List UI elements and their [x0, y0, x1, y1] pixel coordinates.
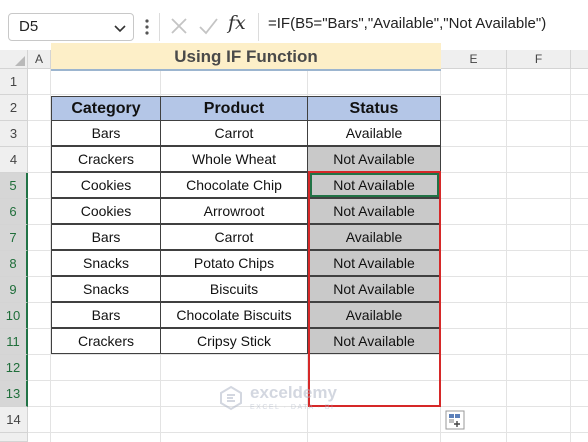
row-header-1[interactable]: 1	[0, 69, 28, 95]
table-cell-product[interactable]: Carrot	[160, 120, 308, 146]
name-box[interactable]: D5	[8, 13, 134, 41]
table-cell-product[interactable]: Chocolate Biscuits	[160, 302, 308, 328]
row-header-4[interactable]: 4	[0, 147, 28, 173]
gridline	[28, 354, 588, 355]
column-header-f[interactable]: F	[507, 50, 571, 69]
row-header-5[interactable]: 5	[0, 173, 28, 199]
chevron-down-icon[interactable]	[113, 21, 127, 35]
row-header-6[interactable]: 6	[0, 199, 28, 225]
table-cell-status[interactable]: Not Available	[307, 250, 441, 276]
row-header-9[interactable]: 9	[0, 277, 28, 303]
formula-input[interactable]: =IF(B5="Bars","Available","Not Available…	[268, 15, 546, 32]
table-cell-product[interactable]: Arrowroot	[160, 198, 308, 224]
select-all-corner[interactable]	[0, 50, 28, 69]
formula-bar-divider-2	[258, 13, 259, 41]
header-category[interactable]: Category	[51, 96, 161, 121]
enter-icon[interactable]	[196, 14, 220, 38]
column-header-a[interactable]: A	[28, 50, 51, 69]
table-cell-product[interactable]: Chocolate Chip	[160, 172, 308, 198]
watermark-name: exceldemy	[250, 383, 337, 402]
table-cell-category[interactable]: Snacks	[51, 276, 161, 302]
exceldemy-logo-icon	[220, 385, 242, 411]
table-cell-product[interactable]: Cripsy Stick	[160, 328, 308, 354]
table-cell-status[interactable]: Available	[307, 224, 441, 250]
table-cell-category[interactable]: Cookies	[51, 172, 161, 198]
name-box-value: D5	[19, 18, 39, 35]
table-cell-status[interactable]: Not Available	[307, 276, 441, 302]
row-header-3[interactable]: 3	[0, 121, 28, 147]
header-status[interactable]: Status	[307, 96, 441, 121]
row-header-7[interactable]: 7	[0, 225, 28, 251]
gridline	[28, 94, 588, 95]
table-cell-status[interactable]: Available	[307, 302, 441, 328]
table-cell-status[interactable]: Not Available	[307, 198, 441, 224]
table-cell-category[interactable]: Cookies	[51, 198, 161, 224]
row-header-14[interactable]: 14	[0, 407, 28, 433]
table-cell-category[interactable]: Bars	[51, 302, 161, 328]
table-cell-product[interactable]: Biscuits	[160, 276, 308, 302]
table-cell-category[interactable]: Bars	[51, 120, 161, 146]
cancel-icon[interactable]	[167, 14, 191, 38]
gridline	[506, 69, 507, 442]
table-cell-status[interactable]: Not Available	[307, 146, 441, 172]
row-header-2[interactable]: 2	[0, 95, 28, 121]
table-cell-product[interactable]: Carrot	[160, 224, 308, 250]
table-cell-product[interactable]: Whole Wheat	[160, 146, 308, 172]
gridline	[28, 432, 588, 433]
function-icon[interactable]: fx	[228, 12, 246, 34]
quick-analysis-icon[interactable]	[445, 410, 465, 430]
table-cell-category[interactable]: Bars	[51, 224, 161, 250]
row-header-8[interactable]: 8	[0, 251, 28, 277]
table-cell-status[interactable]: Available	[307, 120, 441, 146]
more-options-icon[interactable]	[143, 17, 151, 37]
formula-bar-divider	[159, 13, 160, 41]
sheet-title[interactable]: Using IF Function	[51, 43, 441, 71]
table-cell-category[interactable]: Snacks	[51, 250, 161, 276]
header-product[interactable]: Product	[160, 96, 308, 121]
column-header-e[interactable]: E	[441, 50, 507, 69]
row-header-12[interactable]: 12	[0, 355, 28, 381]
row-header-15[interactable]	[0, 433, 28, 442]
exceldemy-watermark: exceldemy EXCEL · DATA · BI	[218, 381, 358, 421]
table-cell-status[interactable]: Not Available	[307, 172, 441, 198]
table-cell-status[interactable]: Not Available	[307, 328, 441, 354]
gridline	[570, 69, 571, 442]
row-header-10[interactable]: 10	[0, 303, 28, 329]
row-header-11[interactable]: 11	[0, 329, 28, 355]
table-cell-category[interactable]: Crackers	[51, 146, 161, 172]
table-cell-category[interactable]: Crackers	[51, 328, 161, 354]
row-header-13[interactable]: 13	[0, 381, 28, 407]
watermark-tagline: EXCEL · DATA · BI	[250, 404, 335, 411]
column-header-g[interactable]	[571, 50, 588, 69]
table-cell-product[interactable]: Potato Chips	[160, 250, 308, 276]
